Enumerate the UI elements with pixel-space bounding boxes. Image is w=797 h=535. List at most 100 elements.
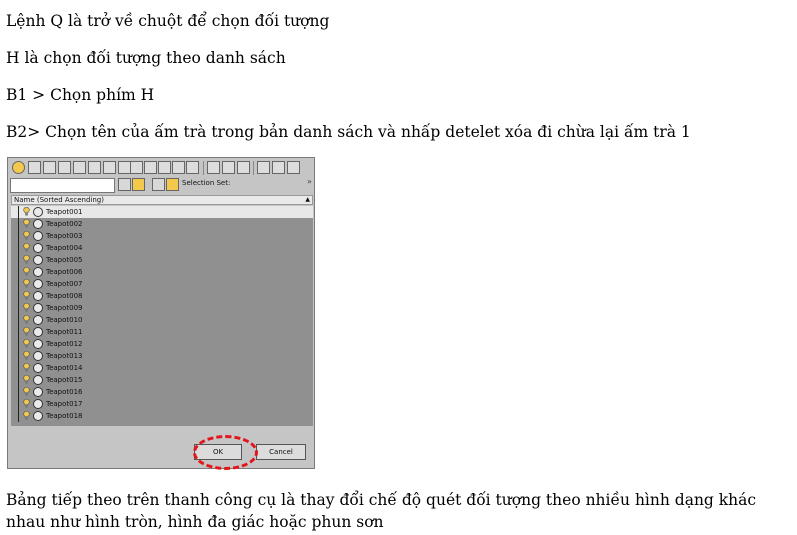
lightbulb-icon[interactable] bbox=[23, 303, 30, 312]
freeze-icon[interactable] bbox=[33, 291, 43, 301]
list-item[interactable]: Teapot015 bbox=[11, 374, 313, 386]
xrefs-icon[interactable] bbox=[130, 161, 143, 174]
freeze-icon[interactable] bbox=[33, 243, 43, 253]
lightbulb-icon[interactable] bbox=[23, 387, 30, 396]
expand-chevron-icon[interactable]: » bbox=[307, 177, 312, 186]
containers-icon[interactable] bbox=[158, 161, 171, 174]
freeze-icon[interactable] bbox=[33, 351, 43, 361]
freeze-icon[interactable] bbox=[33, 255, 43, 265]
list-item[interactable]: Teapot004 bbox=[11, 242, 313, 254]
filter-icon[interactable] bbox=[272, 161, 285, 174]
display-all-icon[interactable] bbox=[207, 161, 220, 174]
lightbulb-icon[interactable] bbox=[23, 375, 30, 384]
object-name: Teapot007 bbox=[46, 280, 83, 288]
list-item[interactable]: Teapot009 bbox=[11, 302, 313, 314]
lightbulb-icon[interactable] bbox=[23, 243, 30, 252]
freeze-icon[interactable] bbox=[33, 267, 43, 277]
selection-set-dropdown[interactable] bbox=[234, 178, 304, 191]
list-item[interactable]: Teapot007 bbox=[11, 278, 313, 290]
helpers-icon[interactable] bbox=[88, 161, 101, 174]
list-footer bbox=[11, 426, 313, 439]
clear-filter-icon[interactable] bbox=[118, 178, 131, 191]
tree-line bbox=[18, 266, 19, 278]
lightbulb-icon[interactable] bbox=[23, 351, 30, 360]
list-item[interactable]: Teapot011 bbox=[11, 326, 313, 338]
lightbulb-icon[interactable] bbox=[23, 315, 30, 324]
frozen-icon[interactable] bbox=[172, 161, 185, 174]
freeze-icon[interactable] bbox=[33, 303, 43, 313]
tree-line bbox=[18, 302, 19, 314]
list-item[interactable]: Teapot018 bbox=[11, 410, 313, 422]
column-header[interactable]: Name (Sorted Ascending) ▲ bbox=[11, 195, 313, 205]
select-mode-icon[interactable] bbox=[12, 161, 25, 174]
object-name: Teapot011 bbox=[46, 328, 83, 336]
hierarchy-icon[interactable] bbox=[166, 178, 179, 191]
list-item[interactable]: Teapot003 bbox=[11, 230, 313, 242]
lightbulb-icon[interactable] bbox=[23, 399, 30, 408]
name-filter-input[interactable] bbox=[10, 178, 115, 193]
cancel-button[interactable]: Cancel bbox=[256, 444, 306, 460]
object-name: Teapot004 bbox=[46, 244, 83, 252]
highlight-filter-icon[interactable] bbox=[132, 178, 145, 191]
lightbulb-icon[interactable] bbox=[23, 411, 30, 420]
lightbulb-icon[interactable] bbox=[23, 255, 30, 264]
lightbulb-icon[interactable] bbox=[23, 327, 30, 336]
lights-icon[interactable] bbox=[58, 161, 71, 174]
list-item[interactable]: Teapot014 bbox=[11, 362, 313, 374]
lightbulb-icon[interactable] bbox=[23, 219, 30, 228]
object-name: Teapot003 bbox=[46, 232, 83, 240]
tree-line bbox=[18, 290, 19, 302]
freeze-icon[interactable] bbox=[33, 279, 43, 289]
lightbulb-icon[interactable] bbox=[23, 279, 30, 288]
list-item[interactable]: Teapot006 bbox=[11, 266, 313, 278]
freeze-icon[interactable] bbox=[33, 339, 43, 349]
lightbulb-icon[interactable] bbox=[23, 231, 30, 240]
list-item[interactable]: Teapot001 bbox=[11, 206, 313, 218]
tree-line bbox=[18, 242, 19, 254]
lightbulb-icon[interactable] bbox=[23, 339, 30, 348]
list-item[interactable]: Teapot013 bbox=[11, 350, 313, 362]
freeze-icon[interactable] bbox=[33, 387, 43, 397]
list-item[interactable]: Teapot010 bbox=[11, 314, 313, 326]
object-list[interactable]: Teapot001 Teapot002 Teapot003 Teapot004 Teap… bbox=[11, 206, 313, 426]
freeze-icon[interactable] bbox=[33, 363, 43, 373]
freeze-icon[interactable] bbox=[33, 399, 43, 409]
freeze-icon[interactable] bbox=[33, 411, 43, 421]
freeze-icon[interactable] bbox=[33, 219, 43, 229]
freeze-icon[interactable] bbox=[33, 207, 43, 217]
lightbulb-icon[interactable] bbox=[23, 207, 30, 216]
hidden-icon[interactable] bbox=[186, 161, 199, 174]
list-item[interactable]: Teapot017 bbox=[11, 398, 313, 410]
object-name: Teapot015 bbox=[46, 376, 83, 384]
freeze-icon[interactable] bbox=[33, 375, 43, 385]
list-item[interactable]: Teapot012 bbox=[11, 338, 313, 350]
freeze-icon[interactable] bbox=[33, 327, 43, 337]
list-item[interactable]: Teapot016 bbox=[11, 386, 313, 398]
space-warps-icon[interactable] bbox=[103, 161, 116, 174]
lightbulb-icon[interactable] bbox=[23, 267, 30, 276]
bones-icon[interactable] bbox=[144, 161, 157, 174]
tree-line bbox=[18, 326, 19, 338]
tree-line bbox=[18, 362, 19, 374]
options-icon[interactable] bbox=[287, 161, 300, 174]
lightbulb-icon[interactable] bbox=[23, 363, 30, 372]
geometry-icon[interactable] bbox=[28, 161, 41, 174]
lightbulb-icon[interactable] bbox=[23, 291, 30, 300]
freeze-icon[interactable] bbox=[33, 231, 43, 241]
doc-line-1: Lệnh Q là trở về chuột để chọn đối tượng bbox=[6, 12, 330, 30]
object-name: Teapot014 bbox=[46, 364, 83, 372]
list-item[interactable]: Teapot005 bbox=[11, 254, 313, 266]
layers-icon[interactable] bbox=[152, 178, 165, 191]
shapes-icon[interactable] bbox=[43, 161, 56, 174]
list-item[interactable]: Teapot008 bbox=[11, 290, 313, 302]
doc-line-3: B1 > Chọn phím H bbox=[6, 86, 155, 104]
freeze-icon[interactable] bbox=[33, 315, 43, 325]
display-none-icon[interactable] bbox=[222, 161, 235, 174]
object-name: Teapot018 bbox=[46, 412, 83, 420]
cameras-icon[interactable] bbox=[73, 161, 86, 174]
display-invert-icon[interactable] bbox=[237, 161, 250, 174]
list-item[interactable]: Teapot002 bbox=[11, 218, 313, 230]
doc-line-2: H là chọn đối tượng theo danh sách bbox=[6, 49, 286, 67]
doc-line-5: Bảng tiếp theo trên thanh công cụ là tha… bbox=[6, 491, 757, 531]
sync-selection-icon[interactable] bbox=[257, 161, 270, 174]
